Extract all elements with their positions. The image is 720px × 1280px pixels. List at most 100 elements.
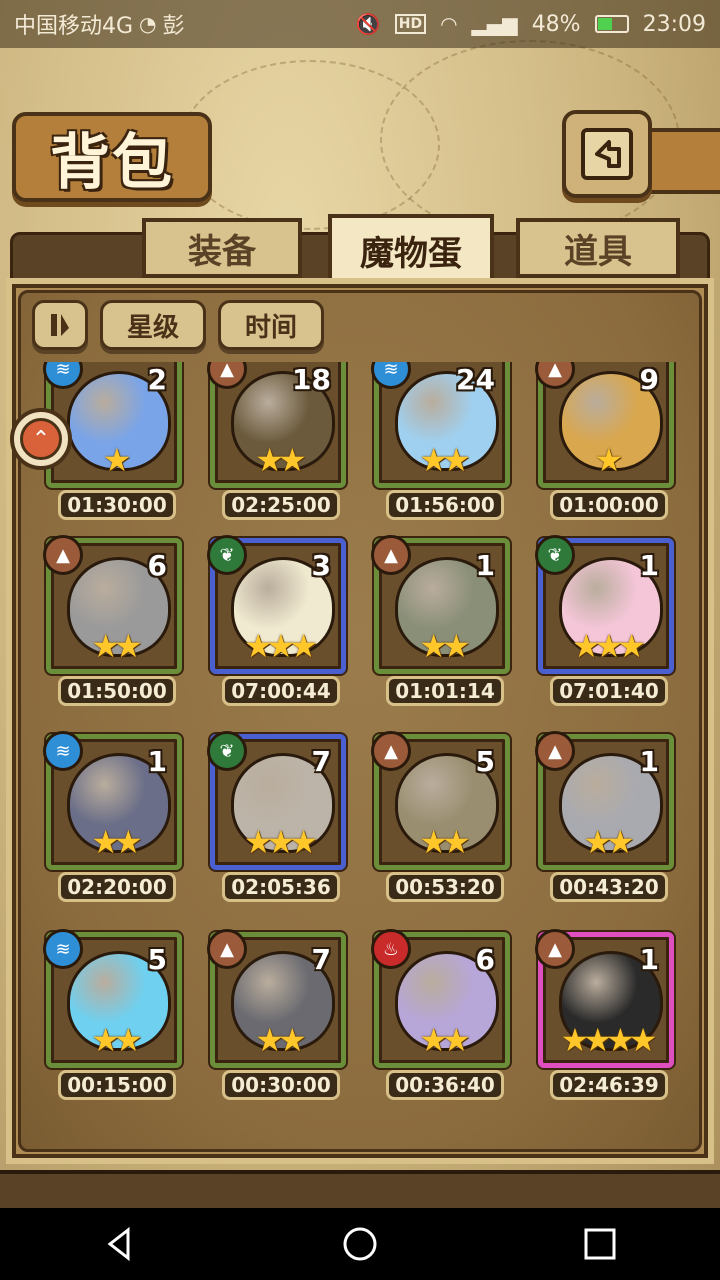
egg-slot[interactable]: ▲ 1 ★★ 01:01:14	[371, 535, 514, 718]
egg-slot[interactable]: ▲ 1 ★★ 00:43:20	[535, 731, 678, 914]
hatch-timer: 02:25:00	[222, 490, 340, 520]
egg-card[interactable]: ▲ 1 ★★	[535, 731, 674, 870]
back-button[interactable]	[562, 110, 652, 198]
egg-card[interactable]: ▲ 1 ★★	[371, 535, 510, 674]
sort-by-time-button[interactable]: 时间	[218, 300, 324, 350]
mute-icon: 🔇	[355, 12, 381, 36]
hatch-timer: 01:50:00	[58, 676, 176, 706]
egg-count: 24	[456, 363, 495, 396]
battery-percent: 48%	[531, 11, 581, 37]
egg-slot[interactable]: ❦ 1 ★★★ 07:01:40	[535, 535, 678, 718]
egg-card[interactable]: ▲ 5 ★★	[371, 731, 510, 870]
star-rating-icon: ★★★	[243, 823, 318, 861]
star-rating-icon: ★★	[419, 1021, 470, 1059]
hatch-timer: 01:30:00	[58, 490, 176, 520]
status-extra: 彭	[162, 14, 185, 39]
egg-slot[interactable]: ≋ 1 ★★ 02:20:00	[43, 731, 186, 914]
egg-card[interactable]: ▲ 18 ★★	[207, 362, 346, 488]
egg-card[interactable]: ▲ 1 ★★★★	[535, 929, 674, 1068]
egg-count: 7	[311, 943, 331, 976]
hatch-timer: 01:56:00	[386, 490, 504, 520]
egg-slot[interactable]: ▲ 9 ★ 01:00:00	[535, 362, 678, 532]
tab-monster-eggs[interactable]: 魔物蛋	[328, 214, 494, 286]
wave-icon: ≋	[371, 362, 411, 389]
hatch-timer: 00:36:40	[386, 1070, 504, 1100]
star-rating-icon: ★★★★	[560, 1021, 658, 1059]
egg-count: 1	[639, 745, 659, 778]
mountain-icon: ▲	[535, 731, 575, 771]
wifi-icon: ◠	[440, 12, 458, 36]
egg-count: 5	[475, 745, 495, 778]
egg-card[interactable]: ▲ 7 ★★	[207, 929, 346, 1068]
egg-count: 9	[639, 363, 659, 396]
star-rating-icon: ★★	[255, 1021, 306, 1059]
nav-back-icon[interactable]	[100, 1224, 140, 1264]
star-rating-icon: ★★	[91, 823, 142, 861]
page-title: 背包	[50, 127, 174, 198]
battery-icon	[594, 15, 629, 33]
star-rating-icon: ★★	[419, 441, 470, 479]
mountain-icon: ▲	[371, 535, 411, 575]
clock: 23:09	[642, 11, 706, 37]
flame-icon: ♨	[371, 929, 411, 969]
status-bar: 中国移动4G ◔ 彭 🔇 HD ◠ ▂▄▆ 48% 23:09	[0, 0, 720, 48]
egg-card[interactable]: ▲ 9 ★	[535, 362, 674, 488]
tab-equipment[interactable]: 装备	[142, 218, 302, 278]
egg-card[interactable]: ❦ 7 ★★★	[207, 731, 346, 870]
egg-card[interactable]: ≋ 1 ★★	[43, 731, 182, 870]
hatch-timer: 07:01:40	[550, 676, 668, 706]
nav-recent-icon[interactable]	[580, 1224, 620, 1264]
egg-count: 2	[147, 363, 167, 396]
egg-slot[interactable]: ▲ 18 ★★ 02:25:00	[207, 362, 350, 532]
nav-home-icon[interactable]	[340, 1224, 380, 1264]
mountain-icon: ▲	[43, 535, 83, 575]
egg-slot[interactable]: ♨ 6 ★★ 00:36:40	[371, 929, 514, 1112]
egg-count: 1	[147, 745, 167, 778]
egg-count: 18	[292, 363, 331, 396]
scroll-up-button[interactable]: ⌃	[10, 408, 72, 470]
hatch-timer: 01:01:14	[386, 676, 504, 706]
egg-grid[interactable]: ≋ 2 ★ 01:30:00 ▲ 18 ★★ 02:25:00 ≋ 24 ★★ 01:56:00 ▲ 9 ★…	[24, 362, 696, 1142]
hd-icon: HD	[394, 14, 427, 34]
egg-card[interactable]: ≋ 5 ★★	[43, 929, 182, 1068]
carrier-label: 中国移动4G	[14, 14, 134, 39]
egg-slot[interactable]: ▲ 1 ★★★★ 02:46:39	[535, 929, 678, 1112]
star-rating-icon: ★★	[255, 441, 306, 479]
egg-slot[interactable]: ≋ 24 ★★ 01:56:00	[371, 362, 514, 532]
egg-slot[interactable]: ▲ 6 ★★ 01:50:00	[43, 535, 186, 718]
egg-card[interactable]: ❦ 3 ★★★	[207, 535, 346, 674]
egg-slot[interactable]: ▲ 5 ★★ 00:53:20	[371, 731, 514, 914]
hatch-timer: 02:05:36	[222, 872, 340, 902]
star-rating-icon: ★★★	[243, 627, 318, 665]
hatch-timer: 01:00:00	[550, 490, 668, 520]
tab-label: 魔物蛋	[360, 233, 462, 274]
wave-icon: ≋	[43, 362, 83, 389]
back-arrow-icon	[581, 128, 633, 180]
egg-count: 1	[475, 549, 495, 582]
sort-by-stars-button[interactable]: 星级	[100, 300, 206, 350]
mountain-icon: ▲	[535, 362, 575, 389]
egg-count: 5	[147, 943, 167, 976]
star-rating-icon: ★★	[419, 627, 470, 665]
egg-card[interactable]: ≋ 24 ★★	[371, 362, 510, 488]
egg-slot[interactable]: ❦ 7 ★★★ 02:05:36	[207, 731, 350, 914]
hatch-timer: 02:46:39	[550, 1070, 668, 1100]
signal-icon: ▂▄▆	[471, 12, 518, 36]
tab-items[interactable]: 道具	[516, 218, 680, 278]
leaf-icon: ❦	[535, 535, 575, 575]
hatch-timer: 00:43:20	[550, 872, 668, 902]
egg-slot[interactable]: ❦ 3 ★★★ 07:00:44	[207, 535, 350, 718]
scroll-up-icon: ⌃	[20, 418, 62, 460]
egg-slot[interactable]: ▲ 7 ★★ 00:30:00	[207, 929, 350, 1112]
sort-by-time-label: 时间	[244, 312, 297, 343]
sort-by-stars-label: 星级	[126, 312, 179, 343]
tab-label: 装备	[188, 231, 256, 272]
mountain-icon: ▲	[535, 929, 575, 969]
egg-slot[interactable]: ≋ 5 ★★ 00:15:00	[43, 929, 186, 1112]
egg-card[interactable]: ❦ 1 ★★★	[535, 535, 674, 674]
hatch-timer: 02:20:00	[58, 872, 176, 902]
egg-card[interactable]: ▲ 6 ★★	[43, 535, 182, 674]
sort-order-toggle[interactable]	[32, 300, 88, 350]
egg-count: 7	[311, 745, 331, 778]
egg-card[interactable]: ♨ 6 ★★	[371, 929, 510, 1068]
